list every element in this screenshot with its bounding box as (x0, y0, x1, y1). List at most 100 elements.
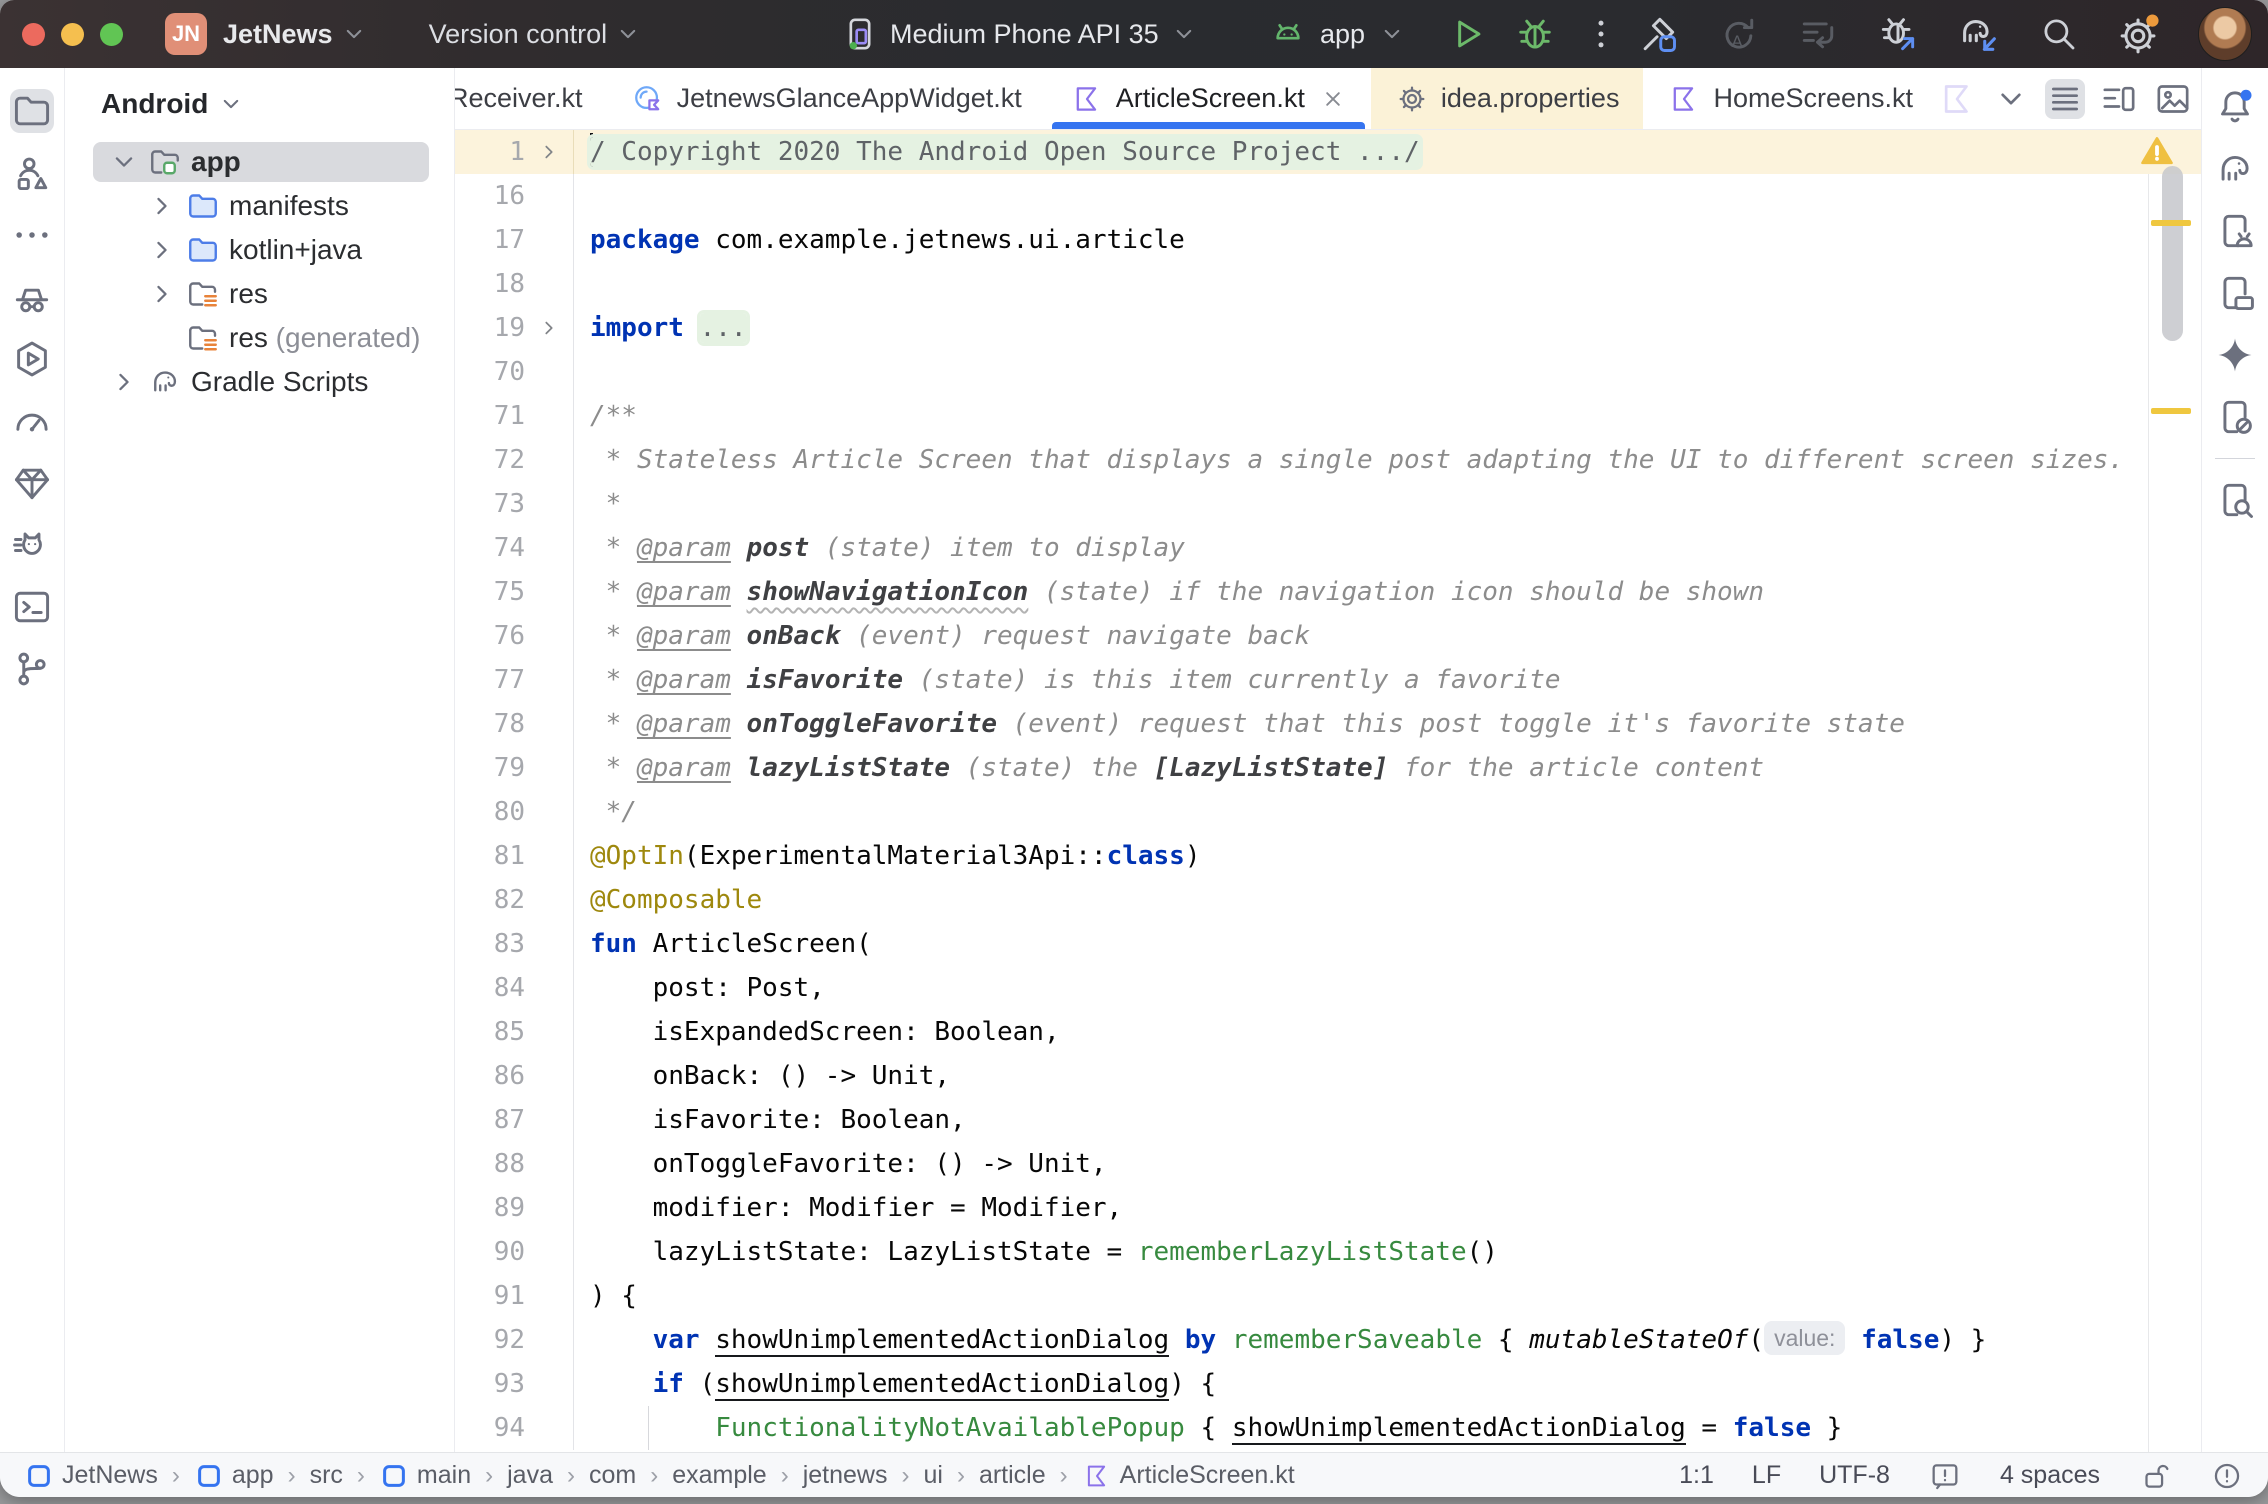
chevron-right-icon[interactable] (145, 233, 179, 267)
breadcrumb-item-java[interactable]: java (507, 1461, 553, 1490)
code-line-17[interactable]: 17 package com.example.jetnews.ui.article (455, 218, 2201, 262)
code-line-74[interactable]: 74 * @param post (state) item to display (455, 526, 2201, 570)
warning-stripe[interactable] (2151, 220, 2191, 226)
line-number[interactable]: 72 (455, 438, 525, 482)
code-line-70[interactable]: 70 (455, 350, 2201, 394)
code-line-81[interactable]: 81@OptIn(ExperimentalMaterial3Api::class… (455, 834, 2201, 878)
code-text[interactable]: ) { (573, 1274, 2201, 1318)
tree-item-gradle-scripts[interactable]: Gradle Scripts (65, 360, 454, 404)
line-ending[interactable]: LF (1752, 1461, 1781, 1490)
more-actions-kebab-icon[interactable] (1581, 14, 1621, 54)
code-line-16[interactable]: 16 (455, 174, 2201, 218)
code-text[interactable] (573, 262, 2201, 306)
tab-receiver-kt[interactable]: Receiver.kt (455, 68, 607, 129)
code-text[interactable]: post: Post, (573, 966, 2201, 1010)
editor-scrollbar-thumb[interactable] (2162, 166, 2183, 341)
code-text[interactable]: import ... (573, 306, 2201, 350)
breadcrumb-item-src[interactable]: src (310, 1461, 343, 1490)
line-number[interactable]: 17 (455, 218, 525, 262)
code-text[interactable]: onToggleFavorite: () -> Unit, (573, 1142, 2201, 1186)
line-number[interactable]: 90 (455, 1230, 525, 1274)
code-line-78[interactable]: 78 * @param onToggleFavorite (event) req… (455, 702, 2201, 746)
profiler-gauge-icon[interactable] (10, 399, 54, 443)
line-number[interactable]: 91 (455, 1274, 525, 1318)
run-hexagon-icon[interactable] (10, 337, 54, 381)
line-number[interactable]: 74 (455, 526, 525, 570)
code-text[interactable]: */ (573, 790, 2201, 834)
line-number[interactable]: 85 (455, 1010, 525, 1054)
chevron-right-icon[interactable] (145, 189, 179, 223)
app-insights-gem-icon[interactable] (10, 461, 54, 505)
code-line-91[interactable]: 91 ) { (455, 1274, 2201, 1318)
tooltip-square-icon[interactable] (1928, 1459, 1962, 1493)
line-number[interactable]: 93 (455, 1362, 525, 1406)
tree-item-kotlin-java[interactable]: kotlin+java (65, 228, 454, 272)
profiler-tasks-icon[interactable] (10, 275, 54, 319)
code-text[interactable]: isFavorite: Boolean, (573, 1098, 2201, 1142)
code-editor[interactable]: 1/ Copyright 2020 The Android Open Sourc… (455, 130, 2201, 1452)
breadcrumb-item-jetnews[interactable]: JetNews (24, 1461, 158, 1491)
code-text[interactable]: * @param lazyListState (state) the [Lazy… (573, 746, 2201, 790)
code-line-75[interactable]: 75 * @param showNavigationIcon (state) i… (455, 570, 2201, 614)
line-number[interactable]: 83 (455, 922, 525, 966)
code-line-84[interactable]: 84 post: Post, (455, 966, 2201, 1010)
resource-shapes-icon[interactable] (10, 151, 54, 195)
image-preview-icon[interactable] (2153, 79, 2193, 119)
git-branch-icon[interactable] (10, 647, 54, 691)
line-number[interactable]: 80 (455, 790, 525, 834)
code-line-18[interactable]: 18 (455, 262, 2201, 306)
code-line-73[interactable]: 73 * (455, 482, 2201, 526)
code-line-19[interactable]: 19 import ... (455, 306, 2201, 350)
notifications-bell-icon[interactable] (2213, 85, 2257, 129)
code-text[interactable] (573, 174, 2201, 218)
code-text[interactable]: fun ArticleScreen( (573, 922, 2201, 966)
line-number[interactable]: 79 (455, 746, 525, 790)
line-number[interactable]: 76 (455, 614, 525, 658)
code-text[interactable]: * @param post (state) item to display (573, 526, 2201, 570)
tab-idea-properties[interactable]: idea.properties (1371, 68, 1644, 129)
code-text[interactable]: if (showUnimplementedActionDialog) { (573, 1362, 2201, 1406)
breadcrumb-item-article[interactable]: article (979, 1461, 1046, 1490)
code-line-86[interactable]: 86 onBack: () -> Unit, (455, 1054, 2201, 1098)
tree-item-app[interactable]: app (65, 140, 454, 184)
device-manager-icon[interactable] (2213, 209, 2257, 253)
reader-lines-icon[interactable] (2045, 79, 2085, 119)
line-number[interactable]: 84 (455, 966, 525, 1010)
breadcrumb-item-app[interactable]: app (194, 1461, 274, 1491)
more-tool-windows-icon[interactable] (10, 213, 54, 257)
fold-chevron-icon[interactable] (525, 130, 573, 174)
inspections-warning-icon[interactable] (2137, 132, 2177, 170)
error-circle-icon[interactable] (2210, 1459, 2244, 1493)
code-text[interactable]: onBack: () -> Unit, (573, 1054, 2201, 1098)
code-line-88[interactable]: 88 onToggleFavorite: () -> Unit, (455, 1142, 2201, 1186)
run-configuration[interactable]: app (1320, 19, 1365, 50)
line-number[interactable]: 92 (455, 1318, 525, 1362)
code-text[interactable]: /** (573, 394, 2201, 438)
code-line-90[interactable]: 90 lazyListState: LazyListState = rememb… (455, 1230, 2201, 1274)
line-number[interactable]: 1 (455, 130, 525, 174)
tree-item-res[interactable]: res (65, 272, 454, 316)
search-everywhere-icon[interactable] (2038, 13, 2080, 55)
line-number[interactable]: 19 (455, 306, 525, 350)
code-text[interactable]: * @param onBack (event) request navigate… (573, 614, 2201, 658)
code-text[interactable]: * @param showNavigationIcon (state) if t… (573, 570, 2201, 614)
code-text[interactable]: package com.example.jetnews.ui.article (573, 218, 2201, 262)
line-number[interactable]: 82 (455, 878, 525, 922)
breadcrumb-item-ui[interactable]: ui (923, 1461, 942, 1490)
code-line-93[interactable]: 93 if (showUnimplementedActionDialog) { (455, 1362, 2201, 1406)
code-line-1[interactable]: 1/ Copyright 2020 The Android Open Sourc… (455, 130, 2201, 174)
warning-stripe[interactable] (2151, 408, 2191, 414)
code-text[interactable]: * (573, 482, 2201, 526)
project-widget[interactable]: JetNews (207, 19, 369, 50)
project-view-selector[interactable]: Android (65, 82, 454, 126)
code-text[interactable]: lazyListState: LazyListState = rememberL… (573, 1230, 2201, 1274)
indent-setting[interactable]: 4 spaces (2000, 1461, 2100, 1490)
tree-item-manifests[interactable]: manifests (65, 184, 454, 228)
breadcrumb-item-example[interactable]: example (672, 1461, 767, 1490)
chevron-right-icon[interactable] (145, 277, 179, 311)
running-devices-icon[interactable] (2213, 271, 2257, 315)
code-line-77[interactable]: 77 * @param isFavorite (state) is this i… (455, 658, 2201, 702)
vcs-widget[interactable]: Version control (369, 19, 644, 50)
code-text[interactable]: modifier: Modifier = Modifier, (573, 1186, 2201, 1230)
chevron-right-icon[interactable] (107, 365, 141, 399)
